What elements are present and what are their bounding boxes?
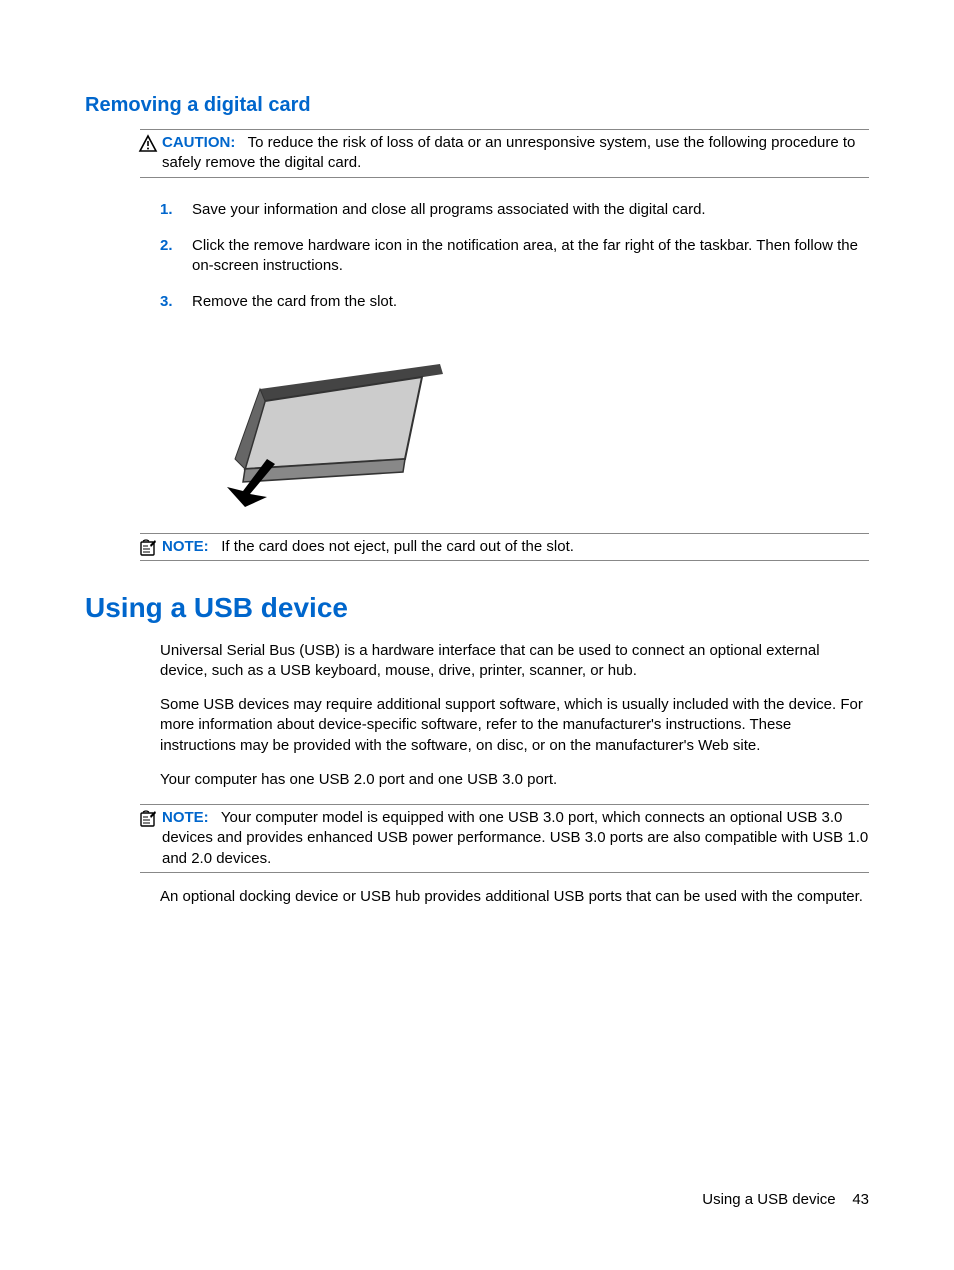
removal-steps: Save your information and close all prog… [140, 192, 869, 321]
step-text: Click the remove hardware icon in the no… [192, 237, 858, 274]
note-label: NOTE: [162, 809, 209, 826]
usb-paragraph: An optional docking device or USB hub pr… [160, 887, 869, 907]
section-heading-usb: Using a USB device [85, 589, 869, 627]
note-text: Your computer model is equipped with one… [162, 809, 868, 867]
note-callout-1: NOTE: If the card does not eject, pull t… [140, 533, 869, 561]
step-item: Remove the card from the slot. [170, 284, 869, 320]
usb-paragraph: Universal Serial Bus (USB) is a hardware… [160, 641, 869, 682]
note-text: If the card does not eject, pull the car… [221, 538, 574, 555]
note-label: NOTE: [162, 538, 209, 555]
section-heading-removing: Removing a digital card [85, 92, 869, 119]
page-number: 43 [852, 1191, 869, 1208]
step-item: Click the remove hardware icon in the no… [170, 228, 869, 285]
note-icon [138, 809, 158, 829]
note-icon [138, 538, 158, 558]
usb-paragraph: Some USB devices may require additional … [160, 695, 869, 756]
note-callout-2: NOTE: Your computer model is equipped wi… [140, 804, 869, 873]
footer-label: Using a USB device [702, 1191, 835, 1208]
caution-label: CAUTION: [162, 134, 235, 151]
usb-paragraph: Your computer has one USB 2.0 port and o… [160, 770, 869, 790]
caution-text: To reduce the risk of loss of data or an… [162, 134, 855, 171]
caution-callout: CAUTION: To reduce the risk of loss of d… [140, 129, 869, 178]
card-removal-figure [205, 339, 465, 509]
step-text: Save your information and close all prog… [192, 201, 706, 218]
caution-icon [138, 134, 158, 154]
step-text: Remove the card from the slot. [192, 293, 397, 310]
page-footer: Using a USB device 43 [702, 1190, 869, 1210]
step-item: Save your information and close all prog… [170, 192, 869, 228]
